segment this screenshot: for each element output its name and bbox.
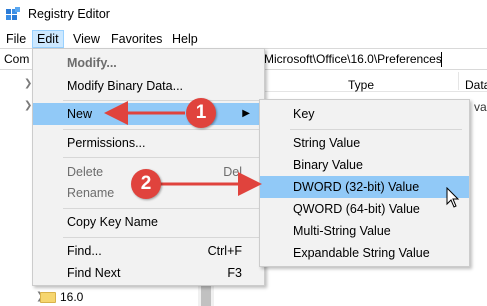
- submenu-item-multi-string-value[interactable]: Multi-String Value: [260, 220, 469, 242]
- menu-view[interactable]: View: [69, 30, 104, 48]
- menu-edit[interactable]: Edit: [32, 30, 64, 48]
- list-header: [262, 70, 487, 92]
- menu-item-label: Binary Value: [293, 158, 363, 172]
- menu-item-shortcut: Del: [223, 165, 242, 179]
- menu-separator: [290, 129, 462, 130]
- menu-item-modify-binary[interactable]: Modify Binary Data...: [33, 75, 264, 97]
- tree-node-label: 16.0: [60, 290, 84, 304]
- address-path[interactable]: Microsoft\Office\16.0\Preferences: [264, 52, 442, 66]
- registry-editor-icon: [6, 7, 20, 20]
- address-prefix: Com: [4, 52, 30, 66]
- menu-item-new[interactable]: New ▶: [33, 103, 264, 125]
- menu-item-label: DWORD (32-bit) Value: [293, 180, 420, 194]
- title-bar: Registry Editor: [0, 0, 487, 28]
- menu-item-label: Modify...: [67, 56, 117, 70]
- menu-item-label: Delete: [67, 165, 104, 179]
- menu-favorites[interactable]: Favorites: [107, 30, 166, 48]
- menu-item-label: Multi-String Value: [293, 224, 391, 238]
- menu-item-label: String Value: [293, 136, 361, 150]
- menu-help[interactable]: Help: [168, 30, 202, 48]
- submenu-item-expandable-string-value[interactable]: Expandable String Value: [260, 242, 469, 264]
- menu-item-label: Rename: [67, 186, 115, 200]
- mouse-cursor-icon: [446, 187, 460, 208]
- menu-item-label: Expandable String Value: [293, 246, 430, 260]
- menu-separator: [63, 157, 259, 158]
- submenu-item-dword-value[interactable]: DWORD (32-bit) Value: [260, 176, 469, 198]
- menu-item-find[interactable]: Find... Ctrl+F: [33, 240, 264, 262]
- edit-menu: Modify... Modify Binary Data... New ▶ Pe…: [32, 48, 265, 286]
- menu-item-label: Modify Binary Data...: [67, 79, 184, 93]
- menu-item-copy-key-name[interactable]: Copy Key Name: [33, 211, 264, 233]
- menu-separator: [63, 129, 259, 130]
- menu-bar: File Edit View Favorites Help: [0, 28, 487, 48]
- menu-separator: [63, 208, 259, 209]
- chevron-right-icon: ▶: [242, 108, 250, 119]
- step-marker-2: 2: [131, 169, 161, 199]
- menu-item-find-next[interactable]: Find Next F3: [33, 262, 264, 284]
- menu-file[interactable]: File: [2, 30, 30, 48]
- menu-item-label: Find Next: [67, 266, 121, 280]
- menu-item-label: New: [67, 107, 93, 121]
- menu-item-label: Permissions...: [67, 136, 146, 150]
- list-value-fragment: val: [474, 100, 487, 114]
- submenu-item-binary-value[interactable]: Binary Value: [260, 154, 469, 176]
- tree-node[interactable]: 16.0: [40, 289, 83, 305]
- menu-item-label: Key: [293, 107, 315, 121]
- column-header-data[interactable]: Data: [465, 78, 487, 92]
- column-divider[interactable]: [458, 72, 459, 90]
- folder-icon: [40, 291, 56, 303]
- submenu-item-key[interactable]: Key: [260, 103, 469, 125]
- menu-item-label: Find...: [67, 244, 102, 258]
- menu-separator: [63, 237, 259, 238]
- menu-separator: [63, 100, 259, 101]
- step-marker-1: 1: [186, 98, 216, 128]
- menu-item-label: QWORD (64-bit) Value: [293, 202, 420, 216]
- menu-item-shortcut: F3: [227, 266, 242, 280]
- submenu-item-string-value[interactable]: String Value: [260, 132, 469, 154]
- menu-item-label: Copy Key Name: [67, 215, 159, 229]
- menu-item-modify[interactable]: Modify...: [33, 52, 264, 74]
- submenu-item-qword-value[interactable]: QWORD (64-bit) Value: [260, 198, 469, 220]
- menu-item-permissions[interactable]: Permissions...: [33, 132, 264, 154]
- menu-item-shortcut: Ctrl+F: [207, 244, 242, 258]
- window-title: Registry Editor: [28, 7, 110, 21]
- text-caret: [441, 52, 442, 67]
- column-header-type[interactable]: Type: [348, 78, 374, 92]
- new-submenu: Key String Value Binary Value DWORD (32-…: [259, 99, 470, 267]
